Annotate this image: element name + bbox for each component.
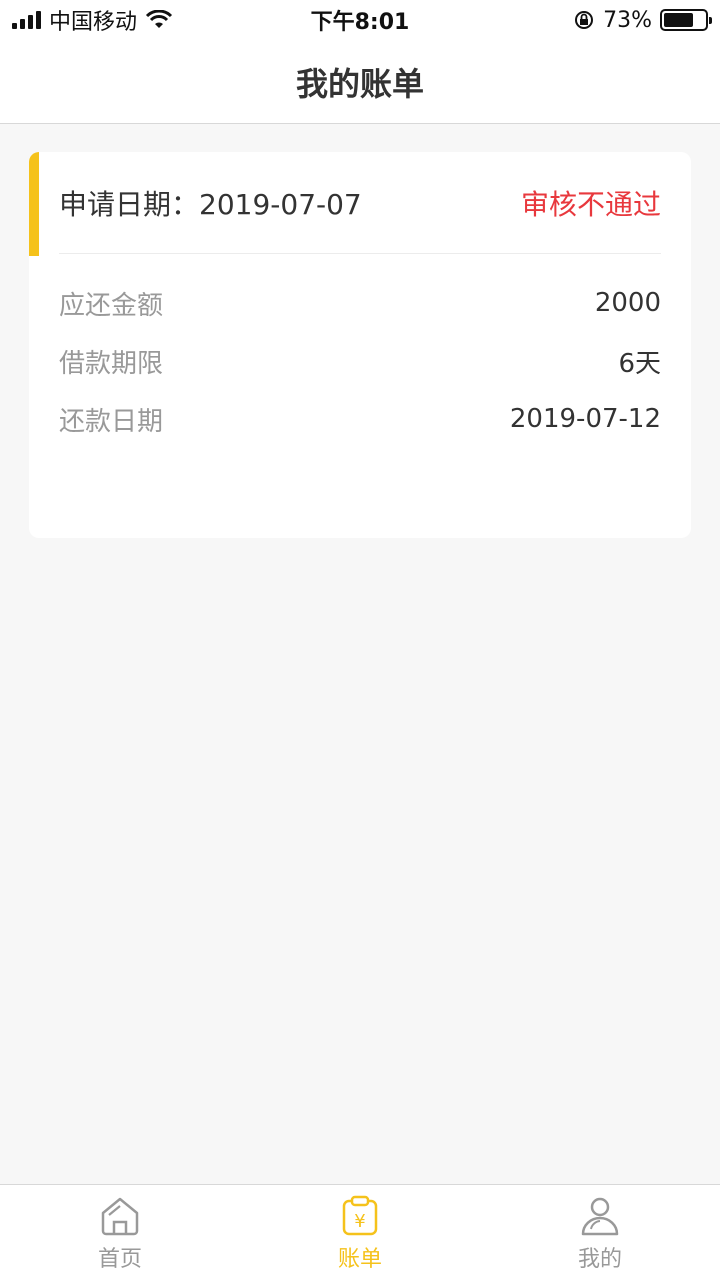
detail-row-amount: 应还金额 2000 bbox=[59, 274, 661, 332]
detail-value: 2000 bbox=[594, 288, 661, 318]
tab-label: 首页 bbox=[97, 1247, 142, 1272]
detail-row-repay-date: 还款日期 2019-07-12 bbox=[59, 390, 661, 448]
status-left: 中国移动 bbox=[12, 4, 173, 36]
apply-date-value: 2019-07-07 bbox=[199, 187, 362, 221]
bill-icon: ¥ bbox=[342, 1195, 378, 1236]
detail-label: 借款期限 bbox=[59, 348, 164, 379]
battery-level bbox=[664, 13, 694, 27]
tab-label: 我的 bbox=[577, 1247, 622, 1272]
orientation-lock-icon bbox=[575, 11, 594, 29]
tab-bar: 首页 ¥ 账单 我的 bbox=[0, 1184, 720, 1280]
profile-icon bbox=[581, 1197, 619, 1236]
tab-bill[interactable]: ¥ 账单 bbox=[240, 1185, 480, 1280]
bill-card[interactable]: 申请日期：2019-07-07 审核不通过 应还金额 2000 借款期限 6天 … bbox=[29, 152, 691, 538]
detail-label: 应还金额 bbox=[59, 290, 164, 321]
nav-bar: 我的账单 bbox=[0, 40, 720, 124]
detail-value: 6天 bbox=[618, 348, 661, 379]
svg-text:¥: ¥ bbox=[354, 1211, 365, 1232]
signal-icon bbox=[12, 11, 41, 29]
apply-date: 申请日期：2019-07-07 bbox=[59, 183, 362, 223]
status-right: 73% bbox=[573, 7, 712, 33]
home-icon bbox=[101, 1197, 139, 1236]
card-accent-bar bbox=[29, 152, 39, 256]
wifi-icon bbox=[145, 10, 173, 28]
tab-label: 账单 bbox=[337, 1247, 382, 1272]
battery-icon bbox=[660, 9, 712, 31]
battery-percent: 73% bbox=[603, 7, 652, 33]
carrier-name: 中国移动 bbox=[49, 10, 138, 35]
tab-profile[interactable]: 我的 bbox=[480, 1185, 720, 1280]
status-bar: 中国移动 下午8:01 73% bbox=[0, 0, 720, 40]
bill-details: 应还金额 2000 借款期限 6天 还款日期 2019-07-12 bbox=[59, 274, 661, 448]
status-badge: 审核不通过 bbox=[520, 187, 661, 221]
page-title: 我的账单 bbox=[295, 64, 424, 103]
bill-card-header: 申请日期：2019-07-07 审核不通过 bbox=[59, 152, 661, 254]
apply-date-label: 申请日期： bbox=[59, 187, 200, 221]
detail-value: 2019-07-12 bbox=[509, 404, 661, 434]
tab-home[interactable]: 首页 bbox=[0, 1185, 240, 1280]
detail-label: 还款日期 bbox=[59, 406, 164, 437]
detail-row-term: 借款期限 6天 bbox=[59, 332, 661, 390]
